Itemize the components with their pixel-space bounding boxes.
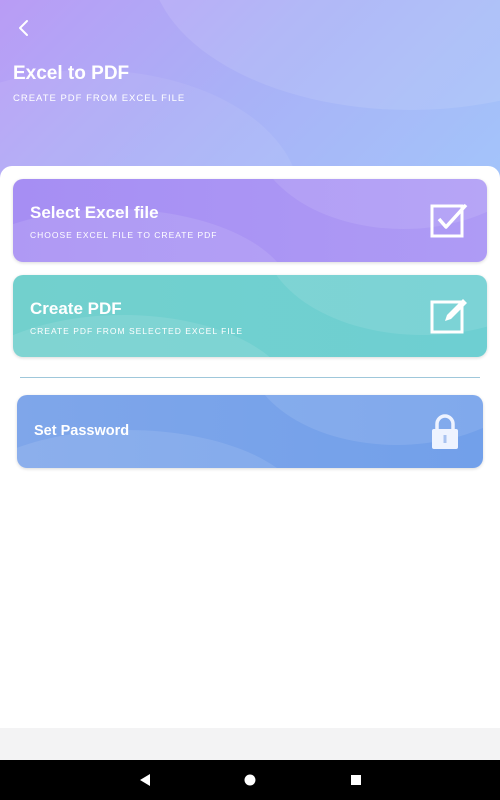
header-decoration	[0, 70, 300, 180]
chevron-left-icon	[19, 20, 28, 36]
create-pdf-button[interactable]: Create PDF CREATE PDF FROM SELECTED EXCE…	[13, 275, 487, 357]
select-excel-file-button[interactable]: Select Excel file CHOOSE EXCEL FILE TO C…	[13, 179, 487, 262]
bottom-spacer	[0, 728, 500, 760]
select-excel-file-title: Select Excel file	[30, 203, 159, 222]
header: Excel to PDF CREATE PDF FROM EXCEL FILE	[0, 0, 500, 180]
set-password-button[interactable]: Set Password	[17, 395, 483, 468]
page-subtitle: CREATE PDF FROM EXCEL FILE	[13, 93, 186, 104]
back-button[interactable]	[10, 14, 38, 42]
create-pdf-subtitle: CREATE PDF FROM SELECTED EXCEL FILE	[30, 326, 244, 336]
nav-back-button[interactable]	[133, 768, 157, 792]
create-pdf-title: Create PDF	[30, 299, 122, 318]
divider	[20, 377, 480, 378]
nav-home-circle-icon	[244, 774, 256, 786]
select-excel-file-subtitle: CHOOSE EXCEL FILE TO CREATE PDF	[30, 230, 218, 240]
checkbox-checked-icon	[429, 201, 469, 246]
set-password-title: Set Password	[34, 423, 130, 439]
nav-home-button[interactable]	[238, 768, 262, 792]
content-panel: Select Excel file CHOOSE EXCEL FILE TO C…	[0, 166, 500, 728]
page-title: Excel to PDF	[13, 63, 130, 84]
nav-recents-square-icon	[351, 775, 361, 785]
lock-icon	[429, 412, 461, 457]
card-decoration	[13, 315, 293, 357]
system-navigation-bar	[0, 760, 500, 800]
edit-pencil-icon	[429, 296, 469, 341]
nav-recents-button[interactable]	[344, 768, 368, 792]
nav-back-triangle-icon	[140, 774, 150, 786]
